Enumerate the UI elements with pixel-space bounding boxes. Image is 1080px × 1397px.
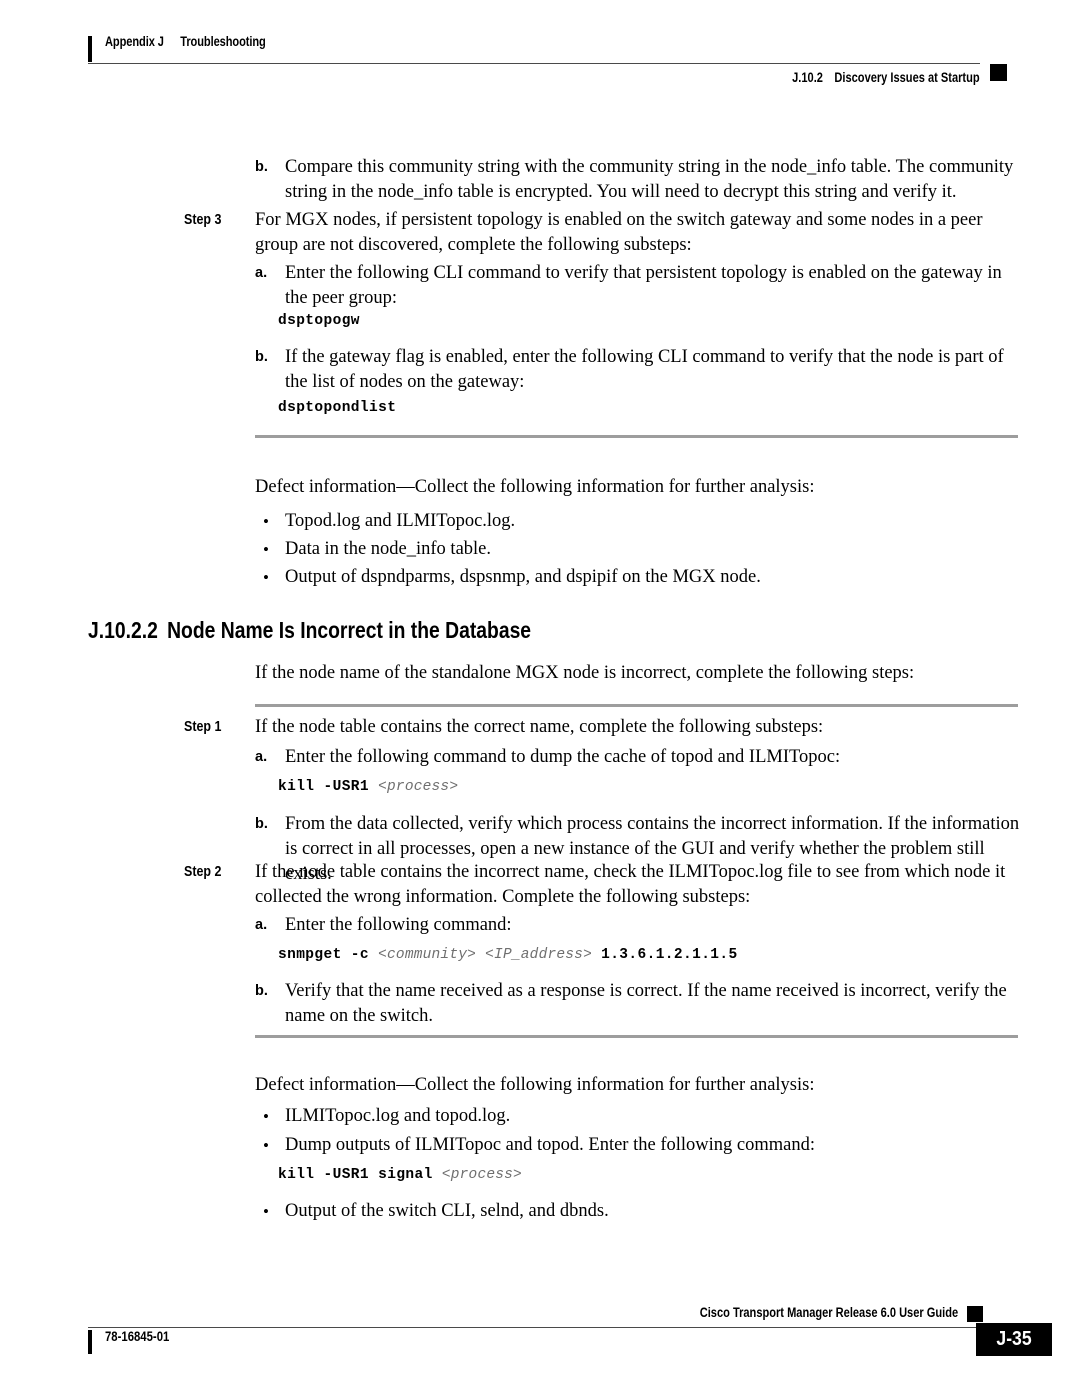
substep-text: Compare this community string with the c…	[285, 157, 1014, 202]
bullet-icon: •	[263, 1136, 269, 1155]
command-bold-part: kill -USR1 signal	[278, 1167, 433, 1183]
substep-1a: a. Enter the following command to dump t…	[255, 745, 1025, 770]
bullet-icon: •	[263, 568, 269, 587]
command-placeholder-community: <community>	[378, 947, 477, 963]
page-footer: Cisco Transport Manager Release 6.0 User…	[88, 1305, 1052, 1365]
bullet-icon: •	[263, 540, 269, 559]
header-breadcrumb: Appendix J Troubleshooting	[105, 34, 266, 49]
step-label: Step 1	[184, 719, 222, 735]
defect-info-intro-2: Defect information—Collect the following…	[255, 1075, 815, 1095]
step-2: Step 2 If the node table contains the in…	[184, 860, 1024, 910]
footer-page-number: J-35	[976, 1323, 1052, 1356]
list-item: • Output of the switch CLI, selnd, and d…	[255, 1199, 1025, 1224]
list-item: • Data in the node_info table.	[255, 537, 1025, 562]
bullet-icon: •	[263, 1202, 269, 1221]
substep-3b: b. If the gateway flag is enabled, enter…	[255, 345, 1025, 395]
substep-letter: a.	[255, 749, 268, 765]
substep-letter: b.	[255, 159, 268, 175]
list-item: • Dump outputs of ILMITopoc and topod. E…	[255, 1133, 1025, 1158]
list-item-text: Output of dspndparms, dspsnmp, and dspip…	[285, 567, 761, 587]
page-title: J.10.2.2 Node Name Is Incorrect in the Da…	[88, 617, 531, 644]
substep-2b: b. Verify that the name received as a re…	[255, 979, 1025, 1029]
list-item-text: Topod.log and ILMITopoc.log.	[285, 511, 516, 531]
page-header: Appendix J Troubleshooting J.10.2 Discover…	[88, 34, 1018, 85]
section-title: Node Name Is Incorrect in the Database	[167, 617, 532, 643]
step-label: Step 2	[184, 864, 222, 880]
step-1: Step 1 If the node table contains the co…	[184, 715, 1024, 740]
defect-info-intro-1: Defect information—Collect the following…	[255, 477, 815, 497]
step-text: If the node table contains the incorrect…	[255, 862, 1006, 907]
section-intro: If the node name of the standalone MGX n…	[255, 663, 915, 683]
step-label: Step 3	[184, 212, 222, 228]
substep-2a: a. Enter the following command:	[255, 913, 1025, 938]
command-placeholder-ip-address: <IP_address>	[485, 947, 592, 963]
section-number: J.10.2.2	[88, 617, 158, 643]
list-item: • ILMITopoc.log and topod.log.	[255, 1104, 1025, 1129]
header-appendix-label: Appendix J	[105, 34, 164, 49]
substep-letter: a.	[255, 917, 268, 933]
step-text: If the node table contains the correct n…	[255, 717, 824, 737]
header-section-number: J.10.2	[792, 70, 824, 85]
list-item: • Topod.log and ILMITopoc.log.	[255, 509, 1025, 534]
header-section-ref: J.10.2 Discovery Issues at Startup	[88, 70, 980, 85]
command-placeholder-process: <process>	[441, 1167, 522, 1183]
header-chapter-label: Troubleshooting	[180, 34, 266, 49]
header-divider	[88, 63, 980, 65]
footer-guide-title: Cisco Transport Manager Release 6.0 User…	[699, 1305, 958, 1320]
command-bold-part: kill -USR1	[278, 779, 370, 795]
substep-text: Enter the following CLI command to verif…	[285, 263, 1002, 308]
substep-text: Verify that the name received as a respo…	[285, 981, 1007, 1026]
step-text: For MGX nodes, if persistent topology is…	[255, 210, 983, 255]
substep-letter: b.	[255, 983, 268, 999]
command-snmpget: snmpget -c <community> <IP_address> 1.3.…	[278, 945, 738, 965]
list-item: • Output of dspndparms, dspsnmp, and dsp…	[255, 565, 1025, 590]
list-item-text: Data in the node_info table.	[285, 539, 492, 559]
command-text: dsptopogw	[278, 313, 360, 329]
substep-3a: a. Enter the following CLI command to ve…	[255, 261, 1025, 311]
step-3: Step 3 For MGX nodes, if persistent topo…	[184, 208, 1024, 258]
header-tick-mark	[88, 36, 92, 62]
substep-text: Enter the following command:	[285, 915, 512, 935]
list-item-text: Output of the switch CLI, selnd, and dbn…	[285, 1201, 609, 1221]
command-placeholder-process: <process>	[378, 779, 459, 795]
section-divider-3	[255, 1035, 1018, 1038]
substep-letter: b.	[255, 349, 268, 365]
header-square-marker	[990, 64, 1007, 81]
substep-text: If the gateway flag is enabled, enter th…	[285, 347, 1004, 392]
section-divider-2	[255, 704, 1018, 707]
footer-square-marker	[967, 1306, 983, 1322]
section-divider-1	[255, 435, 1018, 438]
bullet-icon: •	[263, 512, 269, 531]
footer-tick-mark	[88, 1330, 92, 1354]
substep-letter: a.	[255, 265, 268, 281]
footer-document-number: 78-16845-01	[105, 1329, 170, 1344]
header-section-title: Discovery Issues at Startup	[834, 70, 980, 85]
command-bold-part: snmpget -c	[278, 947, 370, 963]
substep-3b-prev: b. Compare this community string with th…	[255, 155, 1025, 205]
bullet-icon: •	[263, 1107, 269, 1126]
command-kill-usr1: kill -USR1 <process>	[278, 777, 458, 797]
command-kill-usr1-signal: kill -USR1 signal <process>	[278, 1165, 522, 1185]
command-oid: 1.3.6.1.2.1.1.5	[601, 947, 738, 963]
document-page: Appendix J Troubleshooting J.10.2 Discover…	[0, 0, 1080, 1397]
command-dsptopondlist: dsptopondlist	[278, 398, 396, 418]
substep-letter: b.	[255, 816, 268, 832]
command-dsptopogw: dsptopogw	[278, 311, 360, 331]
list-item-text: ILMITopoc.log and topod.log.	[285, 1106, 511, 1126]
command-text: dsptopondlist	[278, 400, 397, 416]
list-item-text: Dump outputs of ILMITopoc and topod. Ent…	[285, 1135, 815, 1155]
footer-divider	[88, 1327, 980, 1329]
substep-text: Enter the following command to dump the …	[285, 747, 841, 767]
